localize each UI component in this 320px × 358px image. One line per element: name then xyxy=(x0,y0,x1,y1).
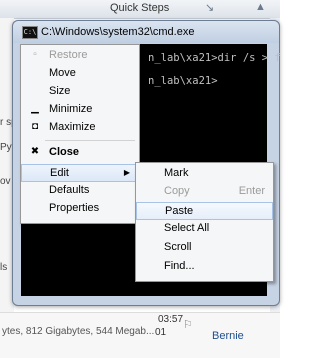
message-time: 03:57 xyxy=(158,314,184,325)
menu-item-label: Maximize xyxy=(49,121,96,133)
submenu-arrow-icon: ▶ xyxy=(123,168,130,177)
menu-item-label: Size xyxy=(49,85,71,97)
window-title: C:\Windows\system32\cmd.exe xyxy=(41,26,195,38)
menu-item-edit[interactable]: Edit ▶ xyxy=(21,164,139,182)
menu-item-label: Minimize xyxy=(49,103,93,115)
background-text-fragment: ov xyxy=(0,176,11,187)
system-menu: ▫ Restore Move Size ▁ Minimize ◘ Maximiz… xyxy=(20,44,140,224)
menu-separator xyxy=(45,140,135,141)
quick-steps-label: Quick Steps xyxy=(110,2,170,14)
window-title-bar[interactable]: C:\ C:\Windows\system32\cmd.exe xyxy=(13,21,279,43)
submenu-item-select-all[interactable]: Select All xyxy=(136,220,273,238)
background-text-fragment: ls xyxy=(0,262,8,273)
cmd-icon[interactable]: C:\ xyxy=(22,26,38,39)
console-line: n_lab\xa21> xyxy=(148,75,218,87)
submenu-item-label: Copy xyxy=(164,185,190,197)
menu-item-maximize[interactable]: ◘ Maximize xyxy=(21,119,139,137)
submenu-item-label: Find... xyxy=(164,260,195,272)
menu-item-close[interactable]: ✖ Close xyxy=(21,144,139,162)
menu-item-properties[interactable]: Properties xyxy=(21,200,139,218)
submenu-item-label: Select All xyxy=(164,222,210,234)
menu-item-label: Edit xyxy=(50,167,69,179)
menu-item-label: Properties xyxy=(49,202,100,214)
console-line: n_lab\xa21>dir /s > f xyxy=(148,52,281,64)
submenu-item-paste[interactable]: Paste xyxy=(136,202,273,220)
disk-usage-text: ytes, 812 Gigabytes, 544 Megab... xyxy=(2,326,155,337)
copy-accelerator: Enter xyxy=(238,185,265,197)
maximize-icon: ◘ xyxy=(31,121,39,132)
menu-item-label: Defaults xyxy=(49,184,90,196)
flag-icon[interactable]: ⚐ xyxy=(183,318,193,331)
submenu-item-mark[interactable]: Mark xyxy=(136,165,273,183)
minimize-icon: ▁ xyxy=(31,103,39,114)
menu-item-label: Move xyxy=(49,67,76,79)
submenu-item-label: Mark xyxy=(164,167,189,179)
menu-item-move[interactable]: Move xyxy=(21,65,139,83)
submenu-item-scroll[interactable]: Scroll xyxy=(136,239,273,257)
menu-item-label: Restore xyxy=(49,49,88,61)
restore-icon: ▫ xyxy=(33,49,37,60)
expand-icon[interactable]: ↘ xyxy=(205,1,214,14)
menu-item-minimize[interactable]: ▁ Minimize xyxy=(21,101,139,119)
menu-item-restore[interactable]: ▫ Restore xyxy=(21,47,139,65)
menu-item-size[interactable]: Size xyxy=(21,83,139,101)
submenu-item-label: Scroll xyxy=(164,241,192,253)
close-icon: ✖ xyxy=(30,146,40,157)
person-name-link[interactable]: Bernie xyxy=(212,330,244,342)
scroll-up-icon[interactable]: ▲ xyxy=(255,1,266,13)
message-date: 01 xyxy=(155,327,167,338)
submenu-item-label: Paste xyxy=(165,205,194,217)
background-toolbar: Quick Steps ↘ ▲ xyxy=(0,0,280,19)
submenu-item-copy[interactable]: Copy Enter xyxy=(136,183,273,201)
edit-submenu: Mark Copy Enter Paste Select All Scroll … xyxy=(135,162,274,282)
submenu-item-find[interactable]: Find... xyxy=(136,258,273,276)
menu-item-defaults[interactable]: Defaults xyxy=(21,182,139,200)
menu-item-label: Close xyxy=(49,146,79,158)
